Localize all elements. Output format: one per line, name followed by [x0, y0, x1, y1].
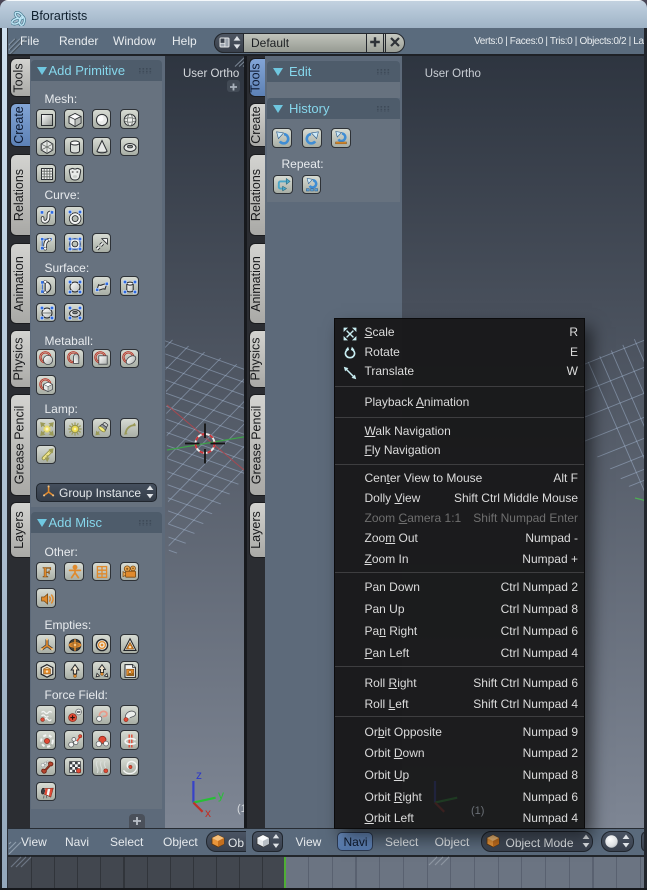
svg-text:z: z [196, 768, 202, 782]
svg-text:x: x [205, 806, 211, 820]
svg-text:y: y [218, 788, 224, 802]
svg-text:F: F [42, 565, 51, 580]
